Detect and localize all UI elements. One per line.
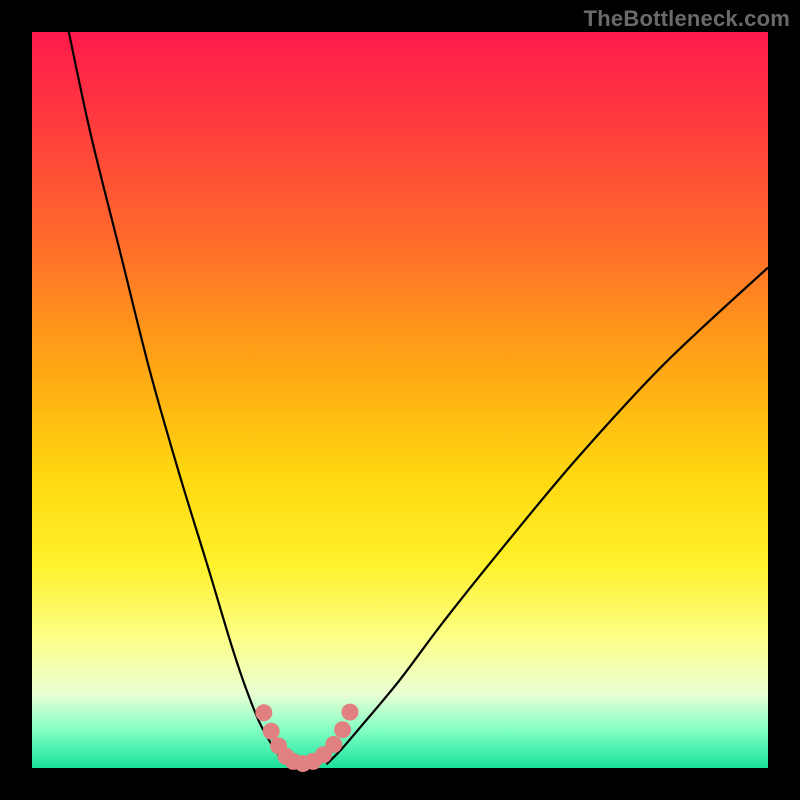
bottleneck-marker (255, 704, 272, 721)
bottleneck-markers (255, 704, 358, 773)
curve-left-branch (69, 32, 286, 764)
bottleneck-marker (341, 704, 358, 721)
watermark-text: TheBottleneck.com (584, 6, 790, 32)
bottleneck-marker (263, 723, 280, 740)
chart-svg (32, 32, 768, 768)
plot-area (32, 32, 768, 768)
bottleneck-marker (325, 736, 342, 753)
chart-frame: TheBottleneck.com (0, 0, 800, 800)
bottleneck-marker (334, 721, 351, 738)
curve-right-branch (326, 268, 768, 765)
